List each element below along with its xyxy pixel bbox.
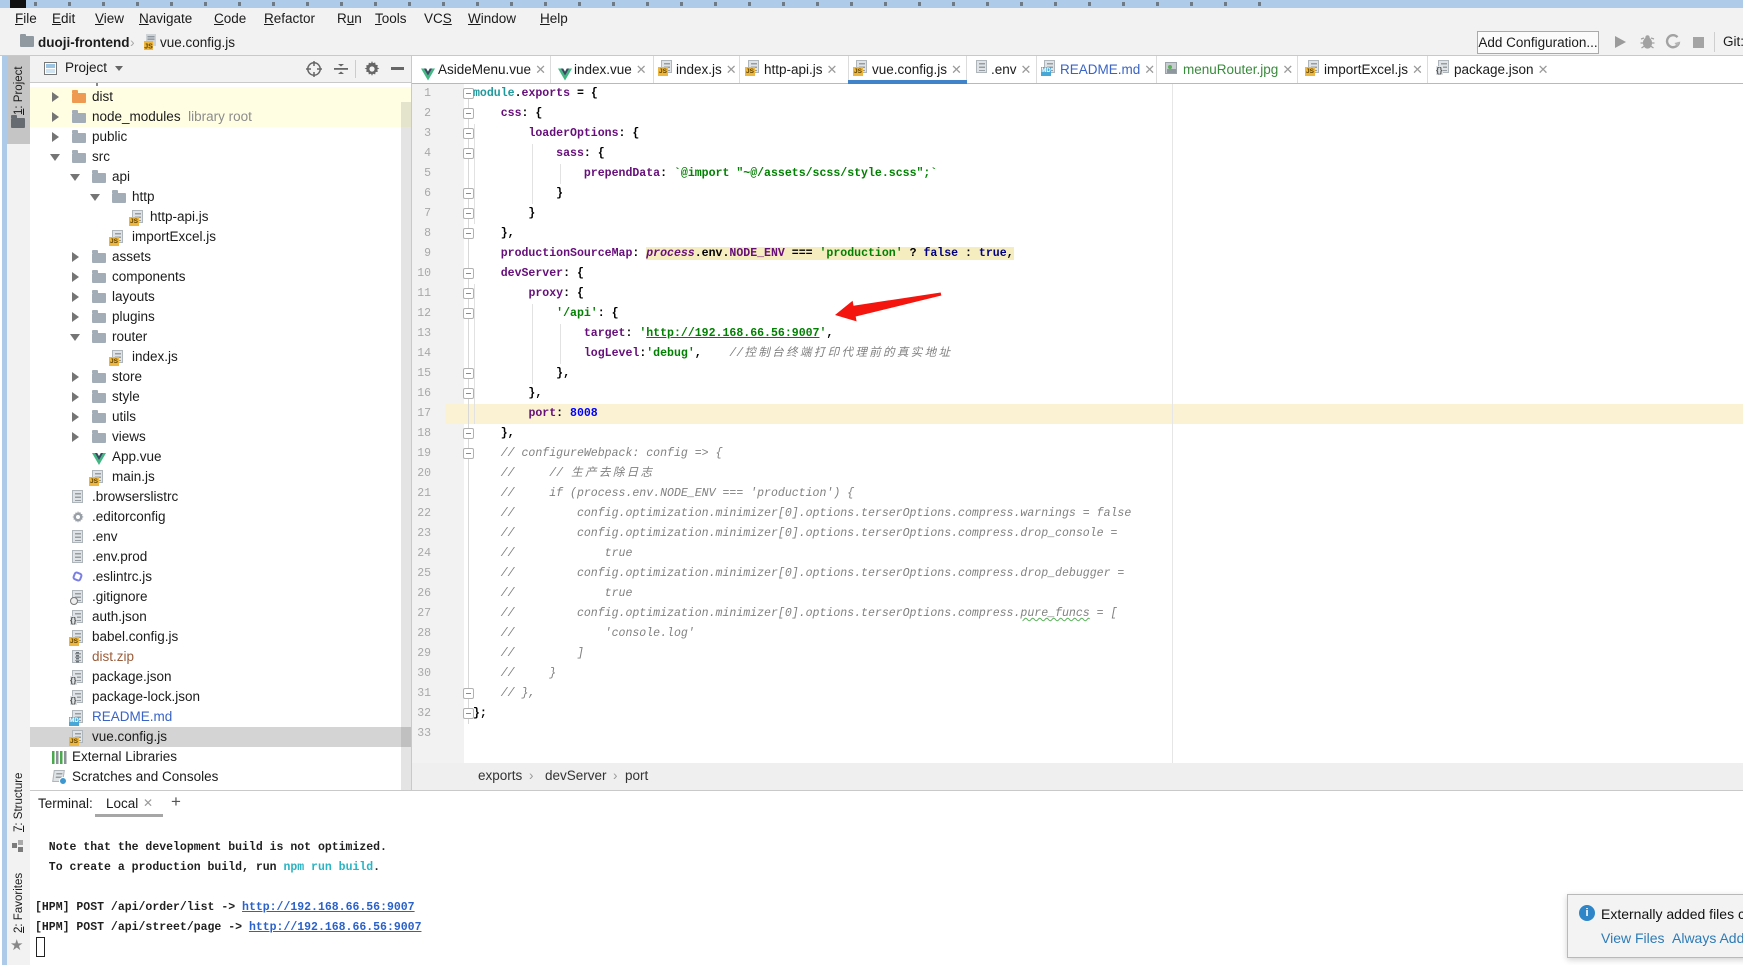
svg-text:JS: JS [144, 44, 153, 51]
